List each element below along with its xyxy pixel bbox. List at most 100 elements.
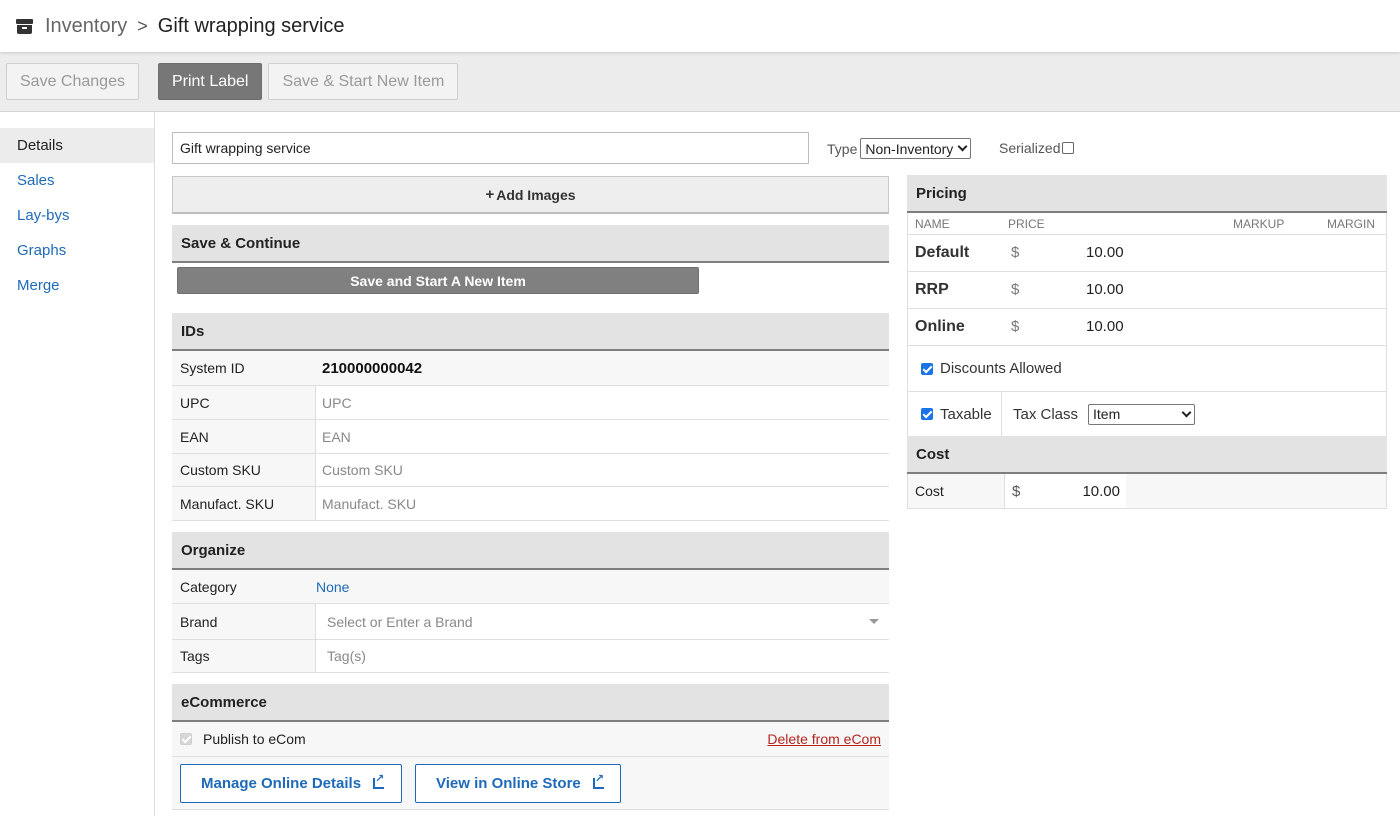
price-input[interactable]: 10.00 xyxy=(1086,318,1124,335)
price-input[interactable]: 10.00 xyxy=(1086,281,1124,298)
custom-sku-label: Custom SKU xyxy=(172,454,316,486)
cost-row: Cost $ 10.00 xyxy=(907,474,1387,509)
save-changes-button[interactable]: Save Changes xyxy=(6,63,139,100)
plus-icon: + xyxy=(485,186,495,203)
taxable-label: Taxable xyxy=(940,405,992,423)
cost-input[interactable]: $ 10.00 xyxy=(1004,474,1126,508)
serialized-field: Serialized xyxy=(999,140,1075,156)
chevron-down-icon xyxy=(1181,407,1192,417)
pricing-heading: Pricing xyxy=(907,175,1387,213)
manufact-sku-label: Manufact. SKU xyxy=(172,487,316,520)
col-margin: MARGIN xyxy=(1327,217,1375,231)
chevron-down-icon xyxy=(957,141,968,152)
sidebar-item-laybys[interactable]: Lay-bys xyxy=(0,198,154,233)
manage-online-details-label: Manage Online Details xyxy=(201,775,362,792)
sidebar-item-graphs[interactable]: Graphs xyxy=(0,233,154,268)
ean-input[interactable]: EAN xyxy=(316,420,889,453)
currency-symbol: $ xyxy=(1012,483,1021,500)
category-label: Category xyxy=(180,578,237,595)
currency-symbol: $ xyxy=(1011,281,1020,298)
manufact-sku-input[interactable]: Manufact. SKU xyxy=(316,487,889,520)
publish-ecom-checkbox[interactable] xyxy=(180,733,192,745)
tax-class-label: Tax Class xyxy=(1013,405,1079,423)
print-label-button[interactable]: Print Label xyxy=(157,63,263,100)
price-row-default: Default $ 10.00 xyxy=(907,235,1387,272)
tags-input[interactable]: Tag(s) xyxy=(316,640,889,672)
type-select-value: Non-Inventory xyxy=(865,140,954,157)
type-field: Type Non-Inventory xyxy=(827,138,972,159)
manage-online-details-button[interactable]: Manage Online Details xyxy=(180,764,402,803)
col-price: PRICE xyxy=(1008,217,1045,231)
serialized-label: Serialized xyxy=(999,140,1061,156)
discounts-checkbox[interactable] xyxy=(921,362,933,375)
page-title: Gift wrapping service xyxy=(157,14,345,37)
system-id-value: 210000000042 xyxy=(316,351,889,385)
publish-ecom-row: Publish to eCom Delete from eCom xyxy=(172,722,889,757)
price-name: RRP xyxy=(915,281,949,298)
upc-input[interactable]: UPC xyxy=(316,386,889,419)
price-row-online: Online $ 10.00 xyxy=(907,309,1387,346)
save-start-new-item-wide-button[interactable]: Save and Start A New Item xyxy=(177,267,699,294)
currency-symbol: $ xyxy=(1011,318,1020,335)
ids-heading: IDs xyxy=(172,313,889,351)
col-name: NAME xyxy=(915,217,950,231)
cost-heading: Cost xyxy=(907,436,1387,474)
add-images-button[interactable]: + Add Images xyxy=(172,176,889,214)
taxable-checkbox[interactable] xyxy=(921,408,933,420)
sidebar-nav: Details Sales Lay-bys Graphs Merge xyxy=(0,112,155,816)
item-name-input[interactable]: Gift wrapping service xyxy=(172,132,809,164)
tags-label: Tags xyxy=(172,640,316,672)
price-input[interactable]: 10.00 xyxy=(1086,244,1124,261)
caret-down-icon xyxy=(869,619,879,624)
pricing-column-headers: NAME PRICE MARKUP MARGIN xyxy=(907,213,1387,235)
external-link-icon xyxy=(373,772,384,789)
tax-class-value: Item xyxy=(1093,406,1121,422)
col-markup: MARKUP xyxy=(1233,217,1285,231)
custom-sku-row: Custom SKU Custom SKU xyxy=(172,454,889,487)
action-toolbar: Save Changes Print Label Save & Start Ne… xyxy=(0,52,1400,112)
manufact-sku-row: Manufact. SKU Manufact. SKU xyxy=(172,487,889,521)
upc-label: UPC xyxy=(172,386,316,419)
sidebar-item-details[interactable]: Details xyxy=(0,128,154,163)
system-id-label: System ID xyxy=(180,360,245,376)
tax-class-select[interactable]: Item xyxy=(1088,403,1196,425)
view-in-online-store-label: View in Online Store xyxy=(436,775,581,792)
add-images-label: Add Images xyxy=(496,186,576,203)
view-in-online-store-button[interactable]: View in Online Store xyxy=(415,764,621,803)
discounts-row: Discounts Allowed xyxy=(907,346,1387,392)
breadcrumb-inventory[interactable]: Inventory xyxy=(45,15,127,38)
cost-value: 10.00 xyxy=(1082,483,1120,500)
ecom-buttons-row: Manage Online Details View in Online Sto… xyxy=(172,757,889,810)
serialized-checkbox[interactable] xyxy=(1062,142,1075,154)
brand-label: Brand xyxy=(172,604,316,639)
type-select[interactable]: Non-Inventory xyxy=(860,138,972,159)
chevron-right-icon: > xyxy=(137,15,148,36)
ean-label: EAN xyxy=(172,420,316,453)
custom-sku-input[interactable]: Custom SKU xyxy=(316,454,889,486)
discounts-label: Discounts Allowed xyxy=(940,360,1062,377)
cost-label: Cost xyxy=(915,483,944,499)
save-continue-heading: Save & Continue xyxy=(172,225,889,263)
publish-ecom-label: Publish to eCom xyxy=(203,731,306,747)
price-row-rrp: RRP $ 10.00 xyxy=(907,272,1387,309)
save-start-new-item-button[interactable]: Save & Start New Item xyxy=(268,63,459,100)
category-link[interactable]: None xyxy=(316,570,889,603)
tags-row: Tags Tag(s) xyxy=(172,640,889,673)
system-id-row: System ID 210000000042 xyxy=(172,351,889,386)
taxable-field: Taxable xyxy=(908,392,1002,436)
sidebar-item-merge[interactable]: Merge xyxy=(0,268,154,303)
sidebar-item-sales[interactable]: Sales xyxy=(0,163,154,198)
tax-row: Taxable Tax Class Item xyxy=(907,392,1387,437)
price-name: Online xyxy=(915,318,965,335)
ean-row: EAN EAN xyxy=(172,420,889,454)
ecommerce-heading: eCommerce xyxy=(172,684,889,722)
price-name: Default xyxy=(915,244,970,261)
top-header: Inventory > Gift wrapping service xyxy=(0,0,1400,52)
currency-symbol: $ xyxy=(1011,244,1020,261)
brand-row: Brand Select or Enter a Brand xyxy=(172,604,889,640)
organize-heading: Organize xyxy=(172,532,889,570)
brand-select[interactable]: Select or Enter a Brand xyxy=(316,604,889,639)
type-label: Type xyxy=(827,140,858,157)
delete-from-ecom-link[interactable]: Delete from eCom xyxy=(767,731,881,747)
external-link-icon xyxy=(592,772,604,789)
